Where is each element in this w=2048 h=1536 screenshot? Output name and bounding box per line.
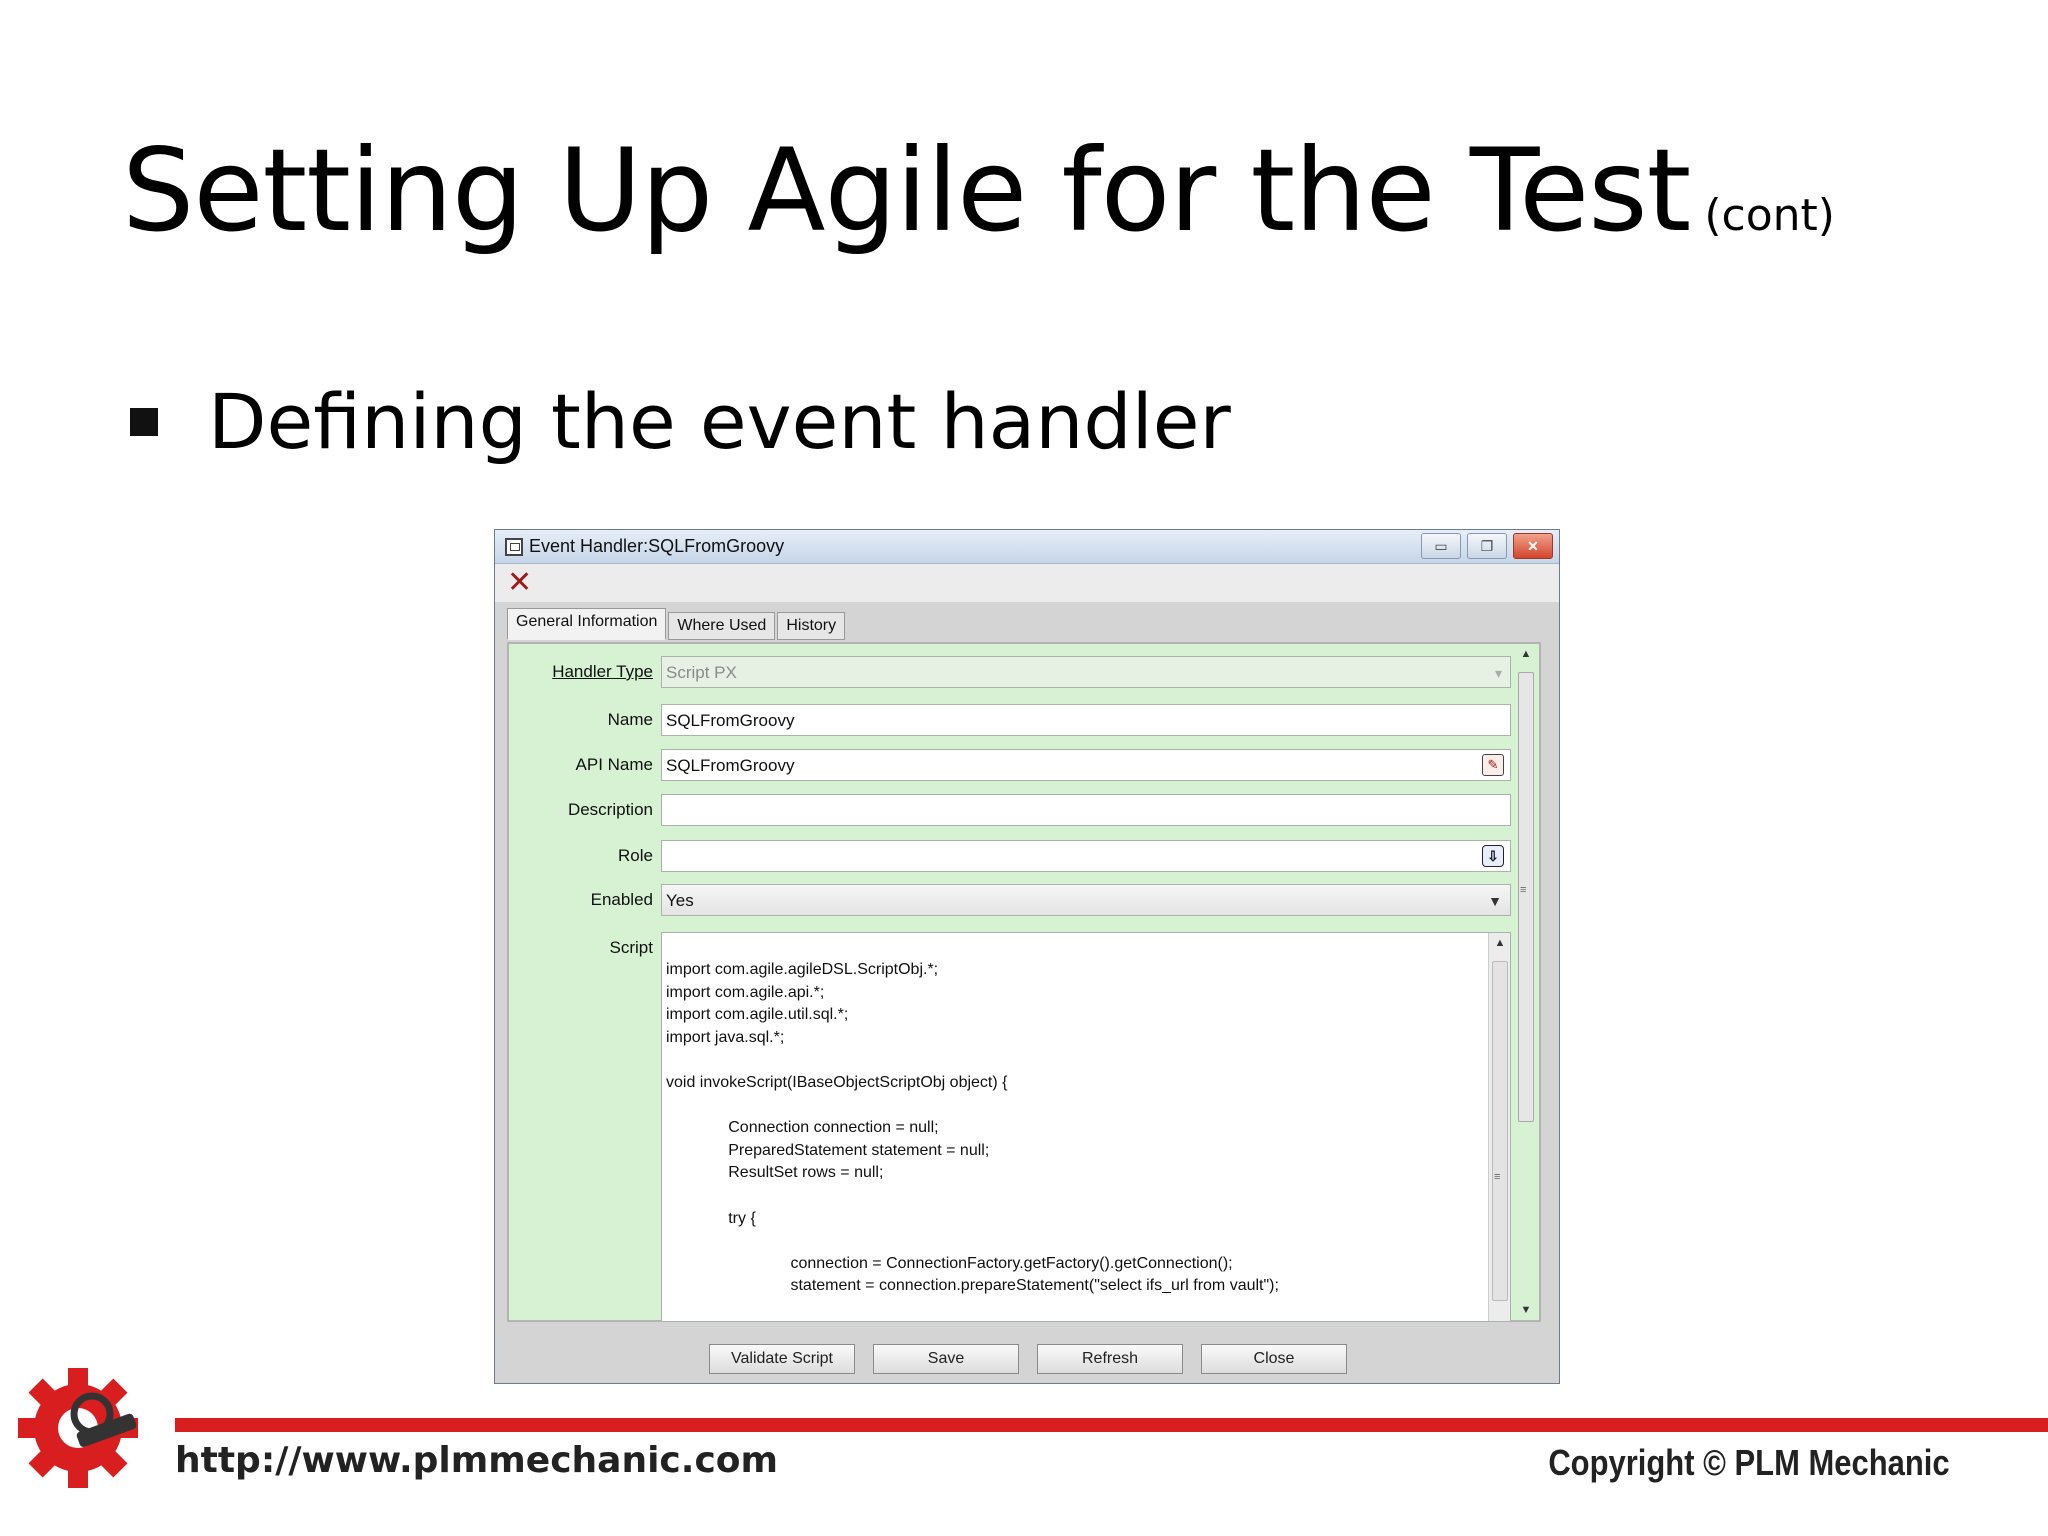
window-titlebar[interactable]: Event Handler:SQLFromGroovy ▭ ❐ ✕	[495, 530, 1559, 564]
restore-icon: ❐	[1480, 537, 1494, 554]
window-toolbar: ✕	[495, 564, 1559, 602]
bullet-square-icon	[130, 407, 158, 436]
api-name-label: API Name	[575, 755, 653, 774]
api-name-value: SQLFromGroovy	[666, 756, 795, 775]
script-code-line: connection = ConnectionFactory.getFactor…	[666, 1254, 1233, 1272]
api-name-input[interactable]: SQLFromGroovy ✎	[661, 749, 1511, 781]
role-row: Role ⇩	[509, 840, 1511, 872]
scroll-up-icon[interactable]: ▲	[1489, 937, 1510, 949]
slide-title-suffix: (cont)	[1704, 190, 1835, 241]
script-label: Script	[609, 938, 653, 957]
script-code-line	[666, 1049, 1279, 1072]
enabled-value: Yes	[666, 891, 694, 910]
script-row: Script import com.agile.agileDSL.ScriptO…	[509, 932, 1511, 1322]
tab-general-information[interactable]: General Information	[507, 608, 667, 640]
script-scrollbar[interactable]: ▲ ≡	[1488, 933, 1510, 1321]
script-code-line	[666, 1095, 1279, 1118]
scroll-grip-icon: ≡	[1494, 1171, 1501, 1183]
general-information-panel: Handler Type Script PX ▾ Name SQLFromGro…	[507, 642, 1541, 1322]
save-button[interactable]: Save	[873, 1344, 1019, 1374]
script-code-line: PreparedStatement statement = null;	[666, 1141, 990, 1159]
scroll-grip-icon: ≡	[1520, 884, 1527, 896]
script-code-line	[666, 1185, 1279, 1208]
enabled-row: Enabled Yes ▼	[509, 884, 1511, 916]
script-code: import com.agile.agileDSL.ScriptObj.*; im…	[666, 959, 1279, 1298]
script-code-line: statement = connection.prepareStatement(…	[666, 1277, 1279, 1295]
plm-mechanic-gear-logo-icon	[18, 1368, 138, 1488]
close-icon: ✕	[1527, 537, 1539, 554]
role-input[interactable]: ⇩	[661, 840, 1511, 872]
slide-title: Setting Up Agile for the Test (cont)	[122, 128, 1835, 253]
panel-scrollbar[interactable]: ▲ ≡ ▼	[1515, 648, 1537, 1316]
lookup-arrow-icon[interactable]: ⇩	[1482, 845, 1504, 867]
script-code-line: void invokeScript(IBaseObjectScriptObj o…	[666, 1073, 1008, 1091]
scroll-down-icon[interactable]: ▼	[1515, 1304, 1537, 1316]
script-code-line: ResultSet rows = null;	[666, 1164, 884, 1182]
description-label: Description	[567, 800, 653, 819]
refresh-button[interactable]: Refresh	[1037, 1344, 1183, 1374]
enabled-label: Enabled	[590, 890, 653, 909]
delete-x-icon[interactable]: ✕	[507, 568, 532, 598]
close-button[interactable]: Close	[1201, 1344, 1347, 1374]
handler-type-label[interactable]: Handler Type	[552, 662, 653, 682]
slide-title-text: Setting Up Agile for the Test	[122, 124, 1691, 257]
tab-where-used[interactable]: Where Used	[668, 612, 776, 640]
name-value: SQLFromGroovy	[666, 711, 795, 730]
name-row: Name SQLFromGroovy	[509, 704, 1511, 736]
restore-button[interactable]: ❐	[1467, 533, 1507, 559]
footer-url-link[interactable]: http://www.plmmechanic.com	[175, 1440, 778, 1481]
bullet-item: Defining the event handler	[130, 380, 1231, 464]
window-app-icon	[505, 537, 523, 556]
handler-type-select: Script PX ▾	[661, 656, 1511, 688]
panel-scroll-thumb[interactable]	[1518, 672, 1534, 1122]
footer-copyright: Copyright © PLM Mechanic	[1548, 1442, 1950, 1483]
chevron-down-icon: ▾	[1494, 665, 1502, 681]
tab-history[interactable]: History	[777, 612, 846, 640]
name-input[interactable]: SQLFromGroovy	[661, 704, 1511, 736]
script-code-line: import com.agile.util.sql.*;	[666, 1006, 849, 1024]
script-code-line	[666, 1230, 1279, 1253]
scroll-up-icon[interactable]: ▲	[1515, 648, 1537, 660]
bullet-text: Defining the event handler	[208, 377, 1231, 466]
script-editor[interactable]: import com.agile.agileDSL.ScriptObj.*; im…	[661, 932, 1511, 1322]
minimize-button[interactable]: ▭	[1421, 533, 1461, 559]
window-button-bar: Validate Script Save Refresh Close	[495, 1330, 1559, 1382]
event-handler-window: Event Handler:SQLFromGroovy ▭ ❐ ✕ ✕ Gene…	[494, 529, 1560, 1384]
window-controls: ▭ ❐ ✕	[1421, 533, 1553, 559]
script-scroll-thumb[interactable]	[1492, 961, 1508, 1301]
enabled-select[interactable]: Yes ▼	[661, 884, 1511, 916]
script-code-line: try {	[666, 1209, 756, 1227]
window-close-button[interactable]: ✕	[1513, 533, 1553, 559]
validate-script-button[interactable]: Validate Script	[709, 1344, 855, 1374]
script-code-line: import java.sql.*;	[666, 1028, 785, 1046]
description-input[interactable]	[661, 794, 1511, 826]
tab-strip: General Information Where Used History	[507, 608, 846, 640]
handler-type-value: Script PX	[666, 663, 737, 682]
script-code-line: Connection connection = null;	[666, 1119, 939, 1137]
api-name-row: API Name SQLFromGroovy ✎	[509, 749, 1511, 781]
edit-icon[interactable]: ✎	[1482, 754, 1504, 776]
script-code-line: import com.agile.agileDSL.ScriptObj.*;	[666, 961, 939, 978]
chevron-down-icon: ▼	[1488, 893, 1502, 909]
footer-divider	[175, 1418, 2048, 1432]
description-row: Description	[509, 794, 1511, 826]
name-label: Name	[607, 710, 653, 729]
window-title: Event Handler:SQLFromGroovy	[529, 536, 785, 556]
minimize-icon: ▭	[1434, 537, 1448, 554]
handler-type-row: Handler Type Script PX ▾	[509, 656, 1511, 688]
script-code-line: import com.agile.api.*;	[666, 983, 825, 1001]
role-label: Role	[618, 846, 653, 865]
